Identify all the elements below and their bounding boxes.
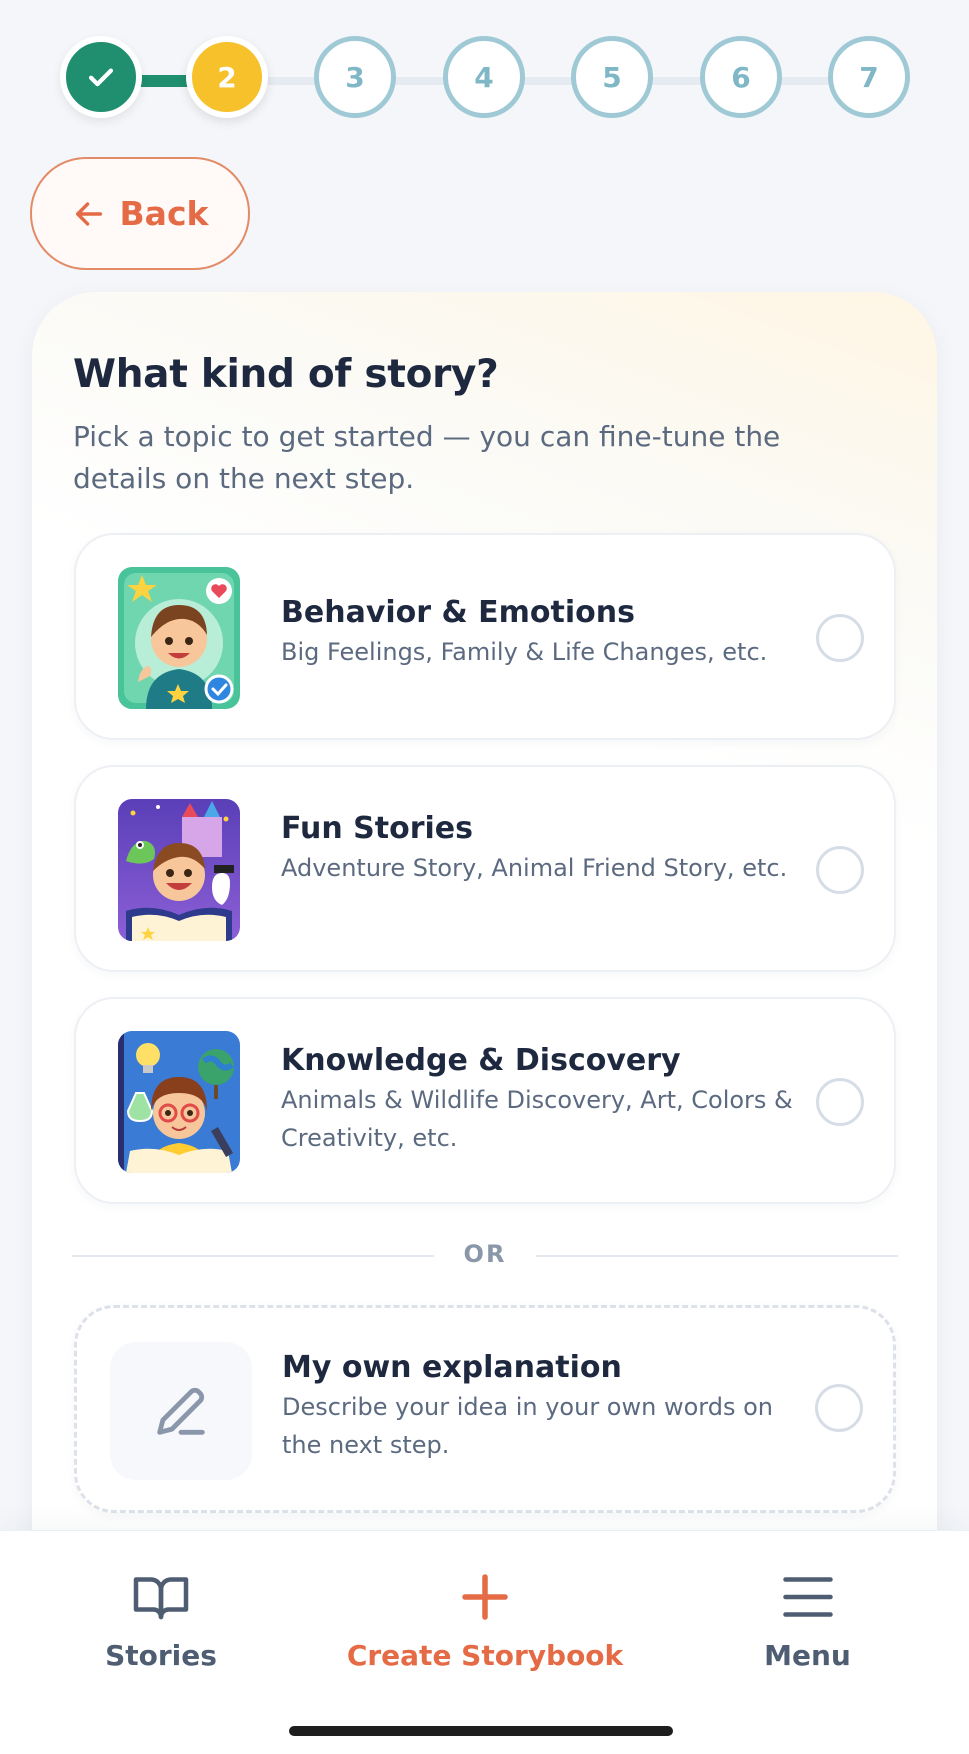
or-label: OR [463, 1240, 507, 1268]
page-title: What kind of story? [73, 352, 499, 397]
bottom-nav: Stories Create Storybook Menu [0, 1530, 969, 1754]
divider-line-right [536, 1255, 898, 1257]
option-title: Knowledge & Discovery [281, 1043, 681, 1078]
nav-create-label: Create Storybook [346, 1639, 624, 1672]
option-description: Big Feelings, Family & Life Changes, etc… [281, 638, 768, 666]
option-title: Behavior & Emotions [281, 595, 635, 630]
step-6[interactable]: 6 [700, 36, 782, 118]
nav-menu-label: Menu [764, 1639, 851, 1672]
progress-stepper: 2 3 4 5 6 7 [0, 0, 969, 150]
option-radio[interactable] [815, 1384, 863, 1432]
option-own-explanation[interactable]: My own explanation Describe your idea in… [74, 1305, 896, 1513]
check-icon [88, 68, 114, 87]
arrow-left-icon [75, 201, 102, 226]
option-description: Adventure Story, Animal Friend Story, et… [281, 854, 788, 882]
pencil-icon [157, 1387, 205, 1435]
behavior-emotions-illustration [118, 567, 240, 709]
page-subtitle: Pick a topic to get started — you can fi… [73, 420, 781, 495]
option-knowledge-discovery[interactable]: Knowledge & Discovery Animals & Wildlife… [74, 997, 896, 1204]
option-title: My own explanation [282, 1350, 622, 1385]
book-open-icon [133, 1577, 189, 1620]
nav-stories[interactable]: Stories [100, 1567, 222, 1672]
nav-menu[interactable]: Menu [755, 1567, 860, 1672]
plus-icon [462, 1574, 508, 1620]
hamburger-menu-icon [782, 1577, 833, 1617]
back-button[interactable]: Back [30, 157, 250, 270]
option-description: Describe your idea in your own words on … [282, 1393, 773, 1459]
home-indicator [289, 1726, 673, 1736]
step-4[interactable]: 4 [443, 36, 525, 118]
option-description: Animals & Wildlife Discovery, Art, Color… [281, 1086, 793, 1152]
step-2-current[interactable]: 2 [186, 36, 268, 118]
nav-stories-label: Stories [105, 1639, 217, 1672]
option-radio[interactable] [816, 614, 864, 662]
option-title: Fun Stories [281, 811, 473, 846]
fun-stories-illustration [118, 799, 240, 941]
option-behavior-emotions[interactable]: Behavior & Emotions Big Feelings, Family… [74, 533, 896, 740]
option-radio[interactable] [816, 1078, 864, 1126]
step-1-complete[interactable] [60, 36, 142, 118]
option-fun-stories[interactable]: Fun Stories Adventure Story, Animal Frie… [74, 765, 896, 972]
back-label: Back [119, 194, 209, 233]
option-radio[interactable] [816, 846, 864, 894]
or-divider: OR [72, 1240, 898, 1270]
knowledge-discovery-illustration [118, 1031, 240, 1173]
step-3[interactable]: 3 [314, 36, 396, 118]
pencil-icon-box [110, 1342, 252, 1480]
step-7[interactable]: 7 [828, 36, 910, 118]
step-5[interactable]: 5 [571, 36, 653, 118]
nav-create-storybook[interactable]: Create Storybook [340, 1567, 630, 1672]
